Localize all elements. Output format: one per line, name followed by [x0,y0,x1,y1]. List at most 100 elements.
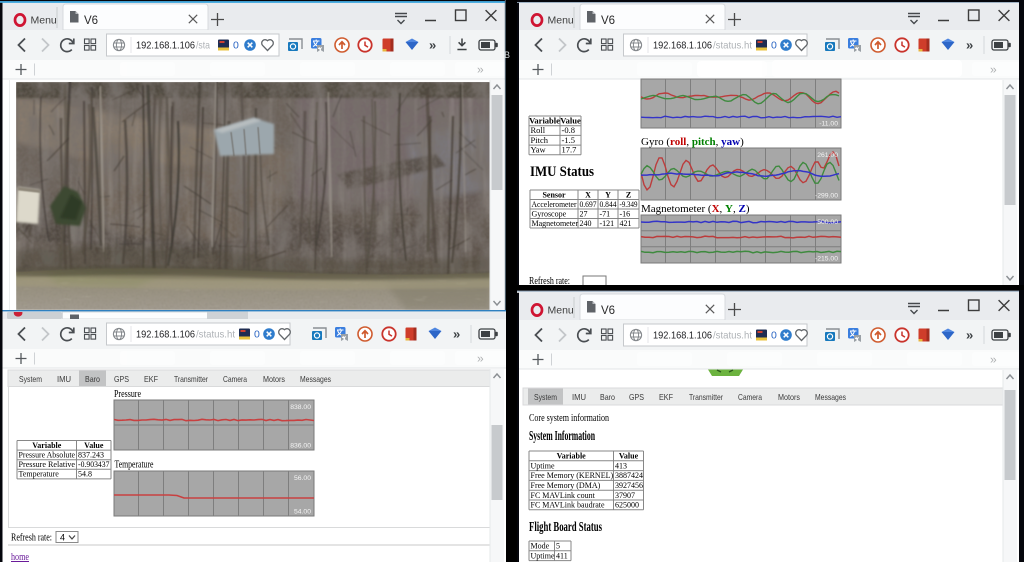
svg-text:EKF: EKF [659,392,673,402]
svg-text:Value: Value [619,452,639,461]
svg-text:192.168.1.106: 192.168.1.106 [136,329,195,341]
svg-text:-11.00: -11.00 [819,121,838,128]
svg-text:»: » [453,327,460,342]
svg-text:Baro: Baro [85,374,100,384]
svg-text:Variable: Variable [557,452,586,461]
svg-text:»: » [966,38,973,53]
svg-text:Motors: Motors [778,392,800,402]
svg-text:EKF: EKF [144,374,158,384]
svg-text:Sensor: Sensor [542,190,566,199]
svg-text:Uptime: Uptime [531,551,555,560]
svg-text:-71: -71 [600,209,611,218]
svg-text:Free Memory (KERNEL): Free Memory (KERNEL) [531,471,614,480]
svg-text:home: home [11,551,29,562]
svg-text:Temperature: Temperature [115,459,154,471]
svg-text:192.168.1.106: 192.168.1.106 [653,330,712,342]
svg-text:Z: Z [626,190,631,199]
svg-text:4: 4 [60,533,65,543]
svg-text:V6: V6 [601,15,615,27]
svg-text:Menu: Menu [548,15,574,27]
svg-text:Flight Board Status: Flight Board Status [529,519,602,534]
svg-text:/status.ht: /status.ht [713,330,752,342]
svg-text:-0.903437: -0.903437 [78,460,110,469]
svg-text:Pitch: Pitch [531,135,549,145]
svg-text:Magnetometer (X, Y, Z): Magnetometer (X, Y, Z) [641,203,750,215]
svg-text:-9.349: -9.349 [620,200,638,209]
svg-text:421: 421 [620,219,632,228]
svg-text:Camera: Camera [738,392,762,402]
svg-text:Roll: Roll [531,125,546,135]
svg-text:0.697: 0.697 [580,200,597,209]
svg-text:Value: Value [560,116,581,126]
svg-text:-121: -121 [600,219,615,228]
svg-text:GPS: GPS [629,392,644,402]
svg-text:-1.5: -1.5 [562,135,575,145]
svg-text:»: » [429,38,436,53]
svg-text:-16: -16 [620,209,631,218]
svg-text:240: 240 [580,219,592,228]
svg-text:Pressure Absolute: Pressure Absolute [19,451,76,460]
svg-text:Refresh rate:: Refresh rate: [529,275,570,285]
svg-text:Variable: Variable [32,441,61,450]
svg-text:Menu: Menu [31,15,57,27]
svg-text:IMU: IMU [572,392,586,402]
svg-text:V6: V6 [601,305,615,317]
svg-text:X: X [585,190,591,199]
svg-text:-215.00: -215.00 [815,256,838,263]
svg-text:27: 27 [580,209,588,218]
svg-text:Menu: Menu [548,305,574,317]
svg-text:System: System [19,374,42,384]
svg-text:838.00: 838.00 [290,404,311,411]
svg-text:261.00: 261.00 [817,152,838,159]
svg-text:System Information: System Information [529,428,595,443]
svg-text:Camera: Camera [223,374,247,384]
svg-text:Yaw: Yaw [531,145,547,155]
svg-text:-299.00: -299.00 [815,193,838,200]
svg-text:0.844: 0.844 [600,200,617,209]
svg-text:192.168.1.106: 192.168.1.106 [653,40,712,52]
svg-text:54.00: 54.00 [294,509,311,516]
svg-text:Gyroscope: Gyroscope [532,209,567,218]
svg-text:»: » [966,328,973,343]
svg-text:17.7: 17.7 [562,145,577,155]
svg-text:FC MAVLink baudrate: FC MAVLink baudrate [531,501,606,510]
svg-text:System: System [534,392,557,402]
svg-text:Refresh rate:: Refresh rate: [11,532,52,544]
svg-text:Messages: Messages [815,392,846,402]
svg-text:GPS: GPS [114,374,129,384]
svg-text:0: 0 [771,40,777,52]
svg-text:Accelerometer: Accelerometer [532,200,577,209]
svg-text:Messages: Messages [300,374,331,384]
svg-text:Core system information: Core system information [529,412,609,424]
svg-text:Transmitter: Transmitter [174,374,208,384]
svg-text:Baro: Baro [600,392,615,402]
svg-text:Uptime: Uptime [531,461,555,470]
svg-text:411: 411 [556,551,568,560]
svg-text:625000: 625000 [615,501,639,510]
svg-text:Gyro (roll, pitch, yaw): Gyro (roll, pitch, yaw) [641,136,744,148]
svg-text:Temperature: Temperature [19,470,60,479]
svg-text:54.8: 54.8 [78,470,92,479]
svg-text:/sta: /sta [196,40,210,52]
svg-text:Variable: Variable [529,116,560,126]
svg-text:/status.ht: /status.ht [196,329,235,341]
svg-text:Mode: Mode [531,542,550,551]
svg-text:3887424: 3887424 [615,471,643,480]
svg-text:837.243: 837.243 [78,451,104,460]
svg-text:IMU: IMU [57,374,71,384]
svg-text:-0.8: -0.8 [562,125,575,135]
svg-text:Magnetometer: Magnetometer [532,219,579,228]
svg-text:Motors: Motors [263,374,285,384]
svg-text:500.00: 500.00 [817,219,838,226]
svg-text:0: 0 [233,40,239,52]
svg-text:192.168.1.106: 192.168.1.106 [136,40,195,52]
svg-text:37907: 37907 [615,491,635,500]
svg-text:3927456: 3927456 [615,481,643,490]
svg-text:Y: Y [605,190,611,199]
svg-text:Value: Value [84,441,104,450]
svg-text:56.00: 56.00 [294,475,311,482]
svg-text:836.00: 836.00 [290,443,311,450]
svg-text:413: 413 [615,461,627,470]
svg-text:IMU Status: IMU Status [530,164,594,180]
svg-text:Pressure: Pressure [114,388,141,400]
